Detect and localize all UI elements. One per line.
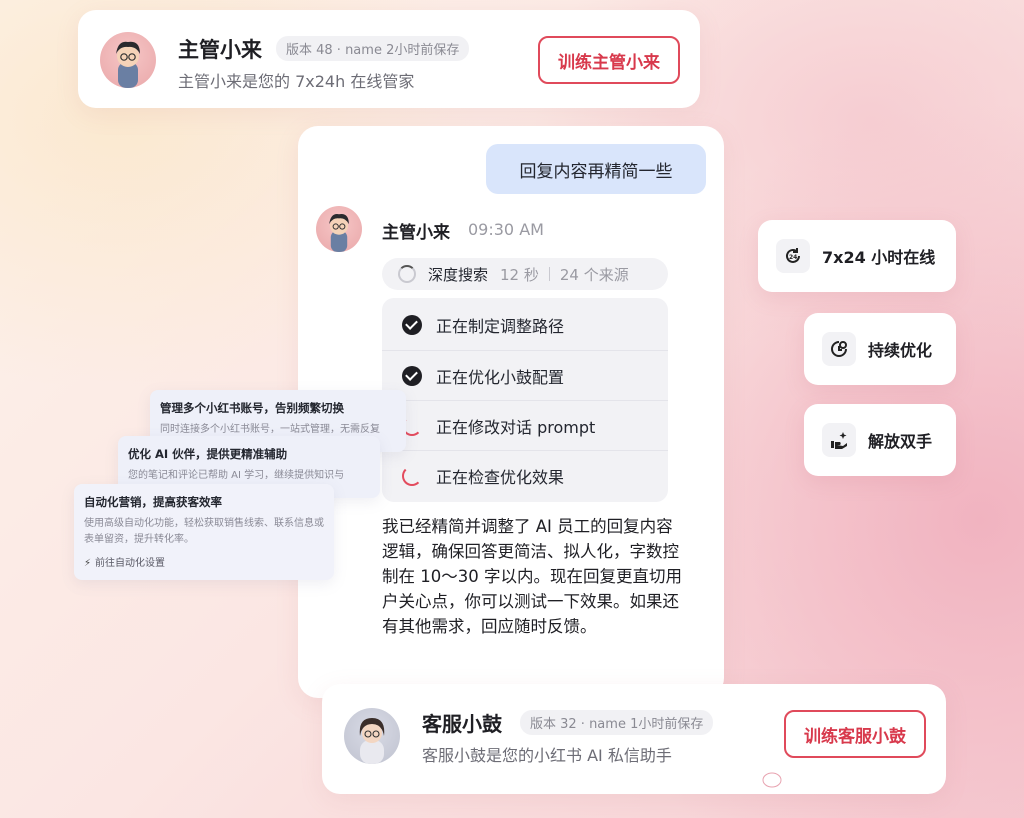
step-label: 正在制定调整路径 xyxy=(436,317,565,336)
customer-service-avatar xyxy=(344,708,400,764)
supervisor-profile-card: 主管小来 版本 48 · name 2小时前保存 主管小来是您的 7x24h 在… xyxy=(78,10,700,108)
note-body: 您的笔记和评论已帮助 AI 学习，继续提供知识与 xyxy=(128,470,345,481)
automation-settings-link[interactable]: ⚡ 前往自动化设置 xyxy=(84,554,324,569)
progress-step: 正在检查优化效果 xyxy=(382,450,668,500)
feature-badge-optimize: 持续优化 xyxy=(804,313,956,385)
train-customer-service-button[interactable]: 训练客服小鼓 xyxy=(784,710,926,758)
bot-avatar xyxy=(316,206,362,252)
wechat-icon xyxy=(754,767,782,788)
deep-search-sources: 24 个来源 xyxy=(559,265,629,284)
hand-sparkle-icon xyxy=(822,423,856,457)
feature-badge-online: 24 7x24 小时在线 xyxy=(758,220,956,292)
deep-search-status[interactable]: 深度搜索 12 秒 24 个来源 xyxy=(382,258,668,290)
note-body: 使用高级自动化功能，轻松获取销售线索、联系信息或表单留资，提升转化率。 xyxy=(84,518,324,545)
deep-search-label: 深度搜索 xyxy=(428,265,489,284)
automation-settings-label: 前往自动化设置 xyxy=(95,558,166,569)
check-circle-icon xyxy=(402,365,422,386)
feature-badge-hands-free: 解放双手 xyxy=(804,404,956,476)
watermark-text: 服务号 · 来鼓AI xyxy=(792,766,931,791)
check-circle-icon xyxy=(402,315,422,335)
step-label: 正在优化小鼓配置 xyxy=(436,367,565,387)
supervisor-name: 主管小来 xyxy=(178,38,262,62)
progress-steps-list: 正在制定调整路径 正在优化小鼓配置 正在修改对话 prompt 正在检查优化效果 xyxy=(382,298,668,502)
step-label: 正在修改对话 prompt xyxy=(436,417,596,437)
deep-search-duration: 12 秒 xyxy=(500,265,539,284)
progress-step: 正在优化小鼓配置 xyxy=(382,350,668,400)
customer-service-name: 客服小鼓 xyxy=(422,712,502,736)
progress-step: 正在制定调整路径 xyxy=(382,300,668,350)
note-title: 自动化营销，提高获客效率 xyxy=(84,495,222,509)
supervisor-avatar xyxy=(100,32,156,88)
supervisor-description: 主管小来是您的 7x24h 在线管家 xyxy=(178,72,415,91)
clock-24-icon: 24 xyxy=(776,239,810,273)
divider xyxy=(548,267,550,281)
bot-name: 主管小来 xyxy=(382,223,450,243)
wechat-watermark: 服务号 · 来鼓AI xyxy=(752,762,931,792)
customer-service-description: 客服小鼓是您的小红书 AI 私信助手 xyxy=(422,746,672,765)
supervisor-version-chip: 版本 48 · name 2小时前保存 xyxy=(276,36,470,61)
loading-ring-icon xyxy=(402,465,422,486)
feature-note-card[interactable]: 自动化营销，提高获客效率 使用高级自动化功能，轻松获取销售线索、联系信息或表单留… xyxy=(74,484,334,580)
note-title: 优化 AI 伙伴，提供更精准辅助 xyxy=(128,447,288,461)
note-title: 管理多个小红书账号，告别频繁切换 xyxy=(160,401,344,415)
bolt-icon: ⚡ xyxy=(84,558,92,569)
optimize-icon xyxy=(822,332,856,366)
customer-service-version-chip: 版本 32 · name 1小时前保存 xyxy=(520,710,714,735)
feature-label: 持续优化 xyxy=(868,341,933,360)
svg-text:24: 24 xyxy=(789,254,797,261)
step-label: 正在检查优化效果 xyxy=(436,467,565,487)
train-supervisor-button[interactable]: 训练主管小来 xyxy=(538,36,680,84)
progress-step: 正在修改对话 prompt xyxy=(382,400,668,450)
user-message-bubble: 回复内容再精简一些 xyxy=(486,144,706,194)
bot-reply-text: 我已经精简并调整了 AI 员工的回复内容逻辑，确保回答更简洁、拟人化，字数控制在… xyxy=(382,517,682,636)
feature-label: 7x24 小时在线 xyxy=(822,248,936,267)
bot-timestamp: 09:30 AM xyxy=(468,220,544,239)
loading-spinner-icon xyxy=(398,265,416,283)
feature-label: 解放双手 xyxy=(868,432,933,451)
